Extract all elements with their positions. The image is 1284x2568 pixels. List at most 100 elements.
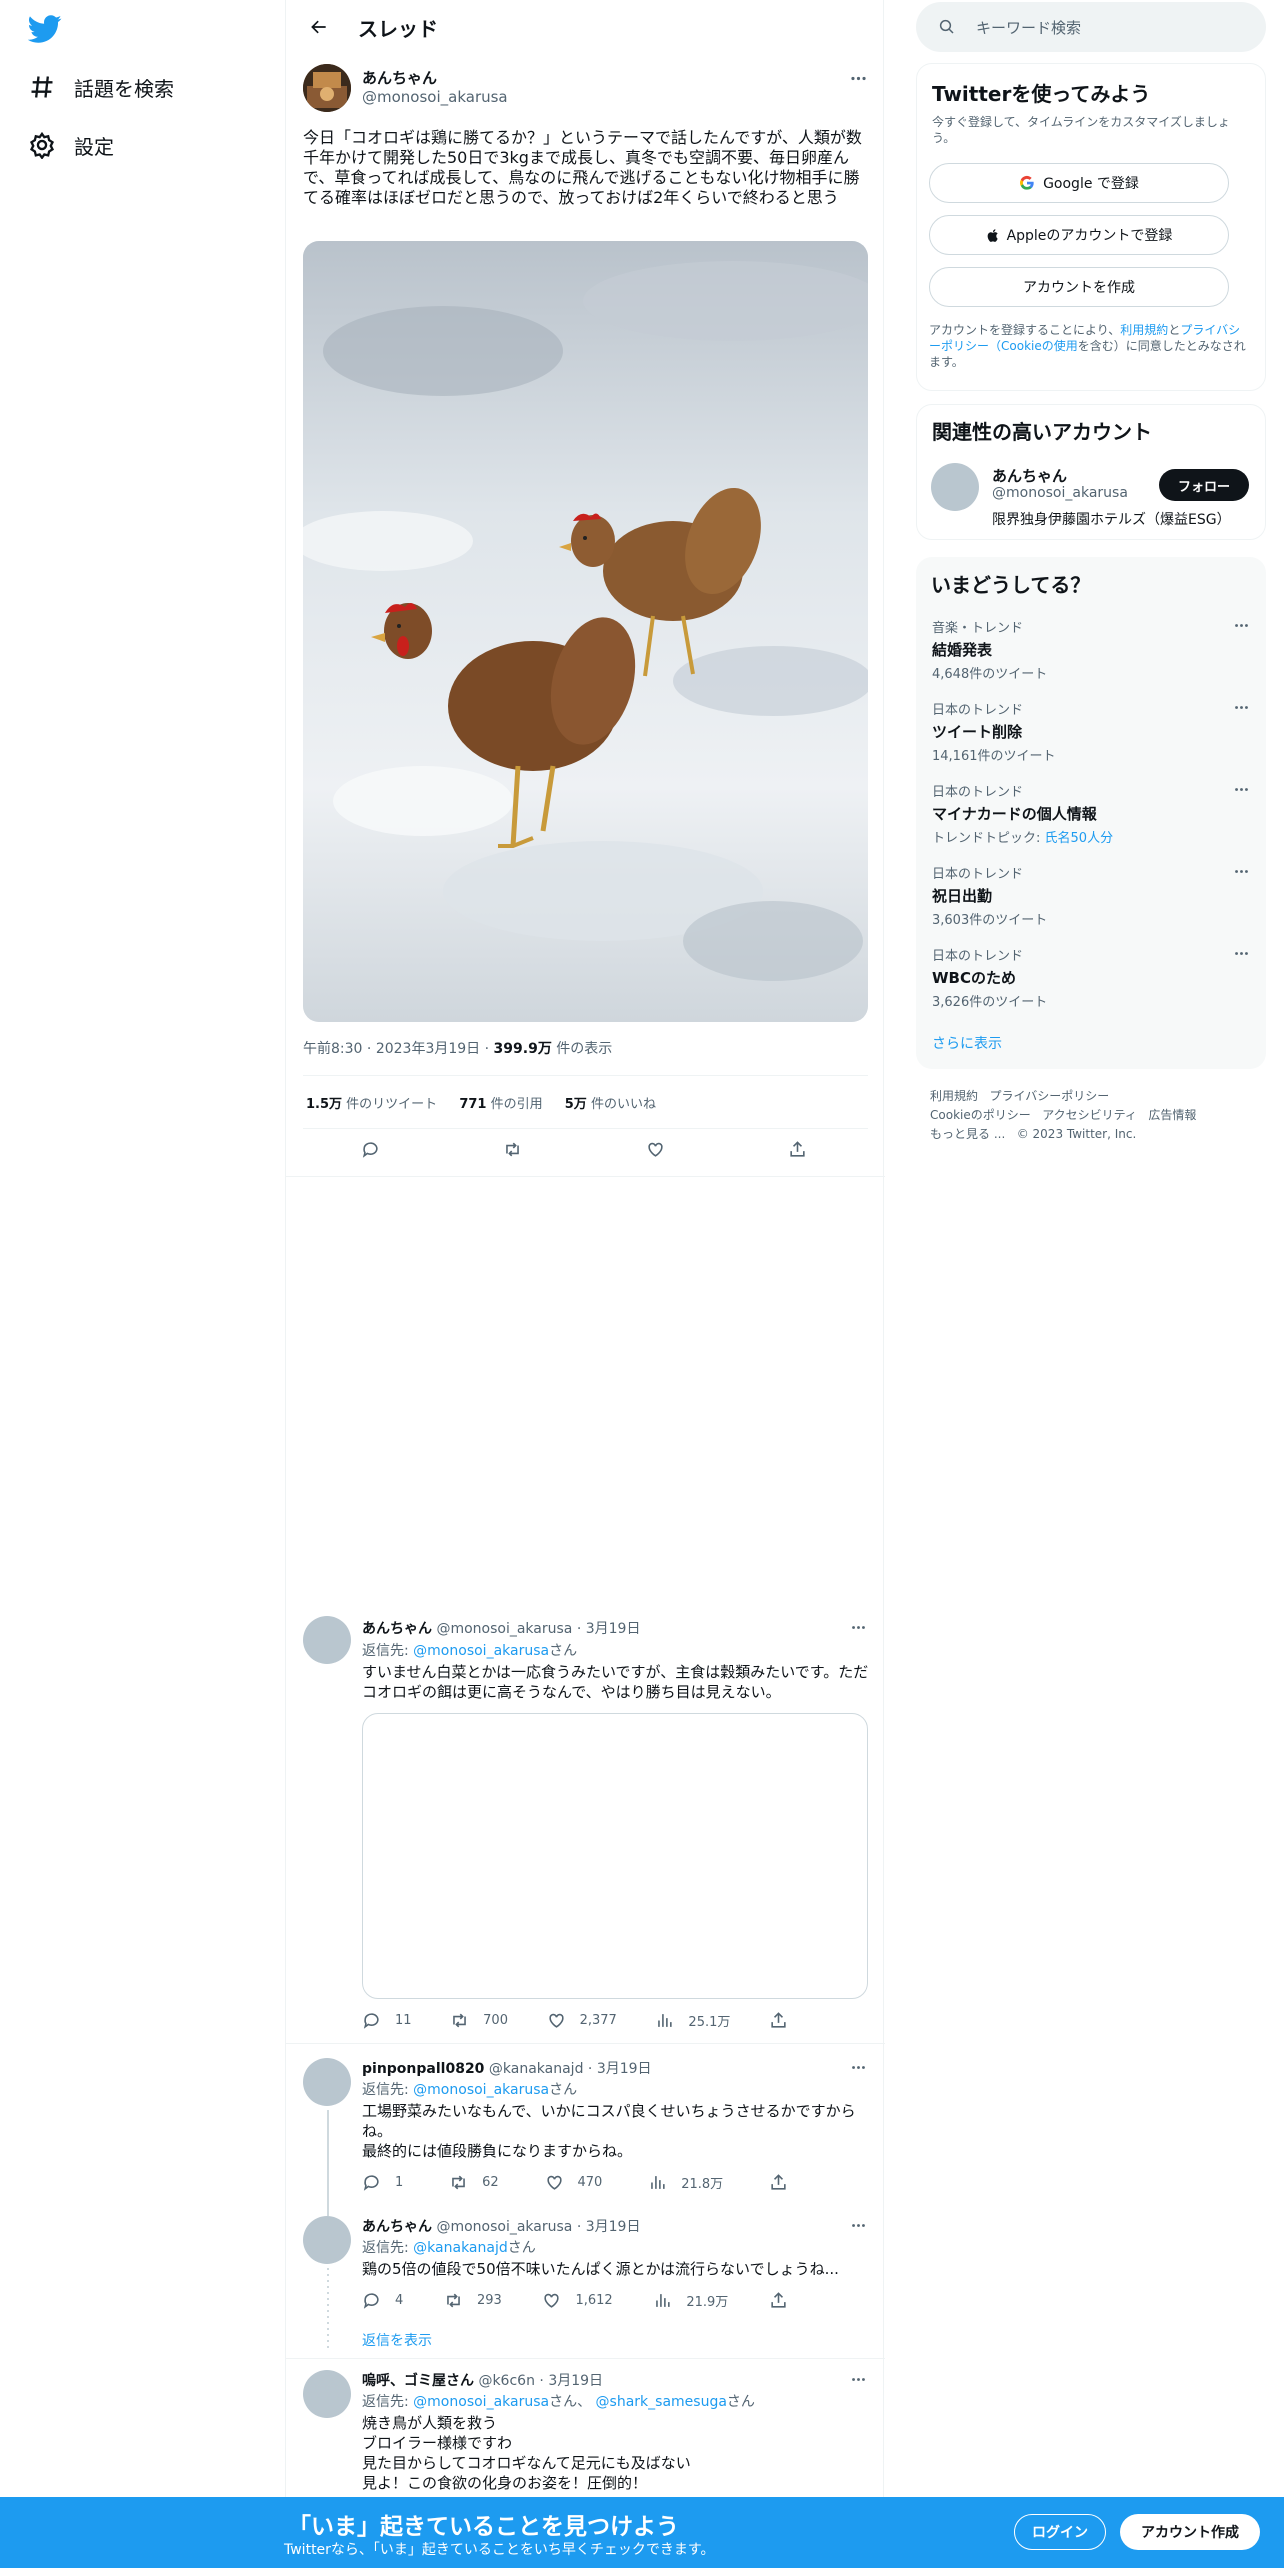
reply-handle[interactable]: @k6c6n [478,2373,535,2389]
like-button[interactable]: 2,377 [547,2011,617,2030]
trend-item[interactable]: 日本のトレンド マイナカードの個人情報 トレンドトピック: 氏名50人分 [932,781,1250,851]
more-options-icon[interactable] [846,66,870,90]
author-name[interactable]: あんちゃん [362,67,437,88]
reply-button[interactable] [361,1140,394,1159]
retweet-button[interactable]: 700 [450,2011,508,2030]
views-button[interactable]: 21.8万 [648,2173,723,2192]
google-signup-button[interactable]: Google で登録 [929,163,1229,203]
reply-handle[interactable]: @kanakanajd [489,2061,584,2077]
reply-button[interactable]: 4 [362,2291,403,2310]
footer-ads-link[interactable]: 広告情報 [1148,1108,1196,1122]
create-account-button[interactable]: アカウントを作成 [929,267,1229,307]
trend-item[interactable]: 音楽・トレンド 結婚発表 4,648件のツイート [932,617,1250,687]
tweet-time[interactable]: 午前8:30 [303,1041,362,1057]
reply-actions: 11 700 2,377 25.1万 [362,2011,802,2030]
reply-handle[interactable]: @monosoi_akarusa [436,1621,572,1637]
search-box[interactable]: キーワード検索 [916,2,1266,52]
trend-item[interactable]: 日本のトレンド ツイート削除 14,161件のツイート [932,699,1250,769]
share-button[interactable] [769,2011,802,2030]
login-button[interactable]: ログイン [1014,2514,1106,2550]
views-button[interactable]: 21.9万 [653,2291,728,2310]
reply-name[interactable]: 嗚呼、ゴミ屋さん [362,2373,474,2389]
trend-item[interactable]: 日本のトレンド WBCのため 3,626件のツイート [932,945,1250,1015]
footer-privacy-link[interactable]: プライバシーポリシー [989,1089,1109,1103]
show-replies-link[interactable]: 返信を表示 [362,2330,432,2350]
more-options-icon[interactable] [1233,699,1250,720]
reply-to-san: さん [726,2394,755,2410]
share-button[interactable] [788,1140,821,1159]
footer-cookie-link[interactable]: Cookieのポリシー [930,1108,1031,1122]
reply-avatar[interactable] [303,2058,351,2106]
follow-button[interactable]: フォロー [1159,469,1249,501]
like-button[interactable]: 1,612 [542,2291,613,2310]
author-avatar[interactable] [303,64,351,112]
more-options-icon[interactable] [1233,945,1250,966]
reply-button[interactable]: 1 [362,2173,403,2192]
share-button[interactable] [769,2291,802,2310]
reply-name[interactable]: あんちゃん [362,2219,432,2235]
views-button[interactable]: 25.1万 [655,2011,730,2030]
hashtag-icon [31,76,53,98]
footer-more-link[interactable]: もっと見る ... [930,1127,1005,1141]
retweet-icon [506,1142,520,1157]
more-options-icon[interactable] [846,2055,870,2079]
reply-button[interactable]: 11 [362,2011,412,2030]
reply-date[interactable]: 3月19日 [597,2061,652,2077]
like-stat[interactable]: 5万 件のいいね [565,1097,656,1112]
more-options-icon[interactable] [846,1615,870,1639]
reply-avatar[interactable] [303,2216,351,2264]
reply-date[interactable]: 3月19日 [586,2219,641,2235]
like-button[interactable] [646,1140,679,1159]
reply-to-san: さん、 [549,2394,592,2410]
author-handle[interactable]: @monosoi_akarusa [362,88,508,106]
trend-topic-link[interactable]: 氏名50人分 [1045,831,1114,846]
signup-button[interactable]: アカウント作成 [1120,2514,1260,2550]
more-options-icon[interactable] [1233,863,1250,884]
apple-signup-button[interactable]: Appleのアカウントで登録 [929,215,1229,255]
footer-accessibility-link[interactable]: アクセシビリティ [1042,1108,1137,1122]
nav-explore-label: 話題を検索 [74,76,174,101]
like-count-label: 件のいいね [590,1097,656,1112]
more-options-icon[interactable] [846,2213,870,2237]
nav-explore[interactable]: 話題を検索 [28,65,174,109]
reply-to-handle[interactable]: @kanakanajd [413,2240,508,2256]
related-name[interactable]: あんちゃん [992,465,1067,486]
terms-link[interactable]: 利用規約 [1120,323,1168,337]
more-options-icon[interactable] [1233,781,1250,802]
trend-item[interactable]: 日本のトレンド 祝日出勤 3,603件のツイート [932,863,1250,933]
retweet-button[interactable]: 293 [444,2291,502,2310]
reply-to-handle[interactable]: @monosoi_akarusa [413,2394,549,2410]
back-button[interactable] [302,10,336,44]
footer-terms-link[interactable]: 利用規約 [930,1089,978,1103]
share-button[interactable] [769,2173,802,2192]
nav-settings[interactable]: 設定 [28,123,114,167]
more-options-icon[interactable] [1233,617,1250,638]
terms-text: と [1168,323,1181,337]
like-button[interactable]: 470 [545,2173,602,2192]
more-options-icon[interactable] [846,2367,870,2391]
retweet-button[interactable] [503,1140,536,1159]
reply-date[interactable]: 3月19日 [586,1621,641,1637]
reply-to-label: 返信先: [362,2394,409,2410]
twitter-logo-icon[interactable] [27,12,66,46]
related-handle[interactable]: @monosoi_akarusa [992,485,1128,501]
reply-name[interactable]: pinponpall0820 [362,2061,484,2077]
reply-date[interactable]: 3月19日 [548,2373,603,2389]
reply-name[interactable]: あんちゃん [362,1621,432,1637]
reply-avatar[interactable] [303,1616,351,1664]
reply-to-handle[interactable]: @shark_samesuga [596,2394,727,2410]
reply-to-handle[interactable]: @monosoi_akarusa [413,2082,549,2098]
reply-count: 11 [395,2013,412,2028]
retweet-stat[interactable]: 1.5万 件のリツイート [306,1097,437,1112]
reply-media-card[interactable] [362,1713,868,1999]
retweet-button[interactable]: 62 [449,2173,499,2192]
reply-to-handle[interactable]: @monosoi_akarusa [413,1643,549,1659]
show-more-link[interactable]: さらに表示 [932,1033,1002,1053]
tweet-photo[interactable] [303,241,868,1022]
reply-handle[interactable]: @monosoi_akarusa [436,2219,572,2235]
tweet-date[interactable]: 2023年3月19日 [376,1041,480,1057]
search-input[interactable]: キーワード検索 [976,17,1081,38]
quote-stat[interactable]: 771 件の引用 [459,1097,542,1112]
reply-avatar[interactable] [303,2370,351,2418]
related-avatar[interactable] [931,463,979,511]
